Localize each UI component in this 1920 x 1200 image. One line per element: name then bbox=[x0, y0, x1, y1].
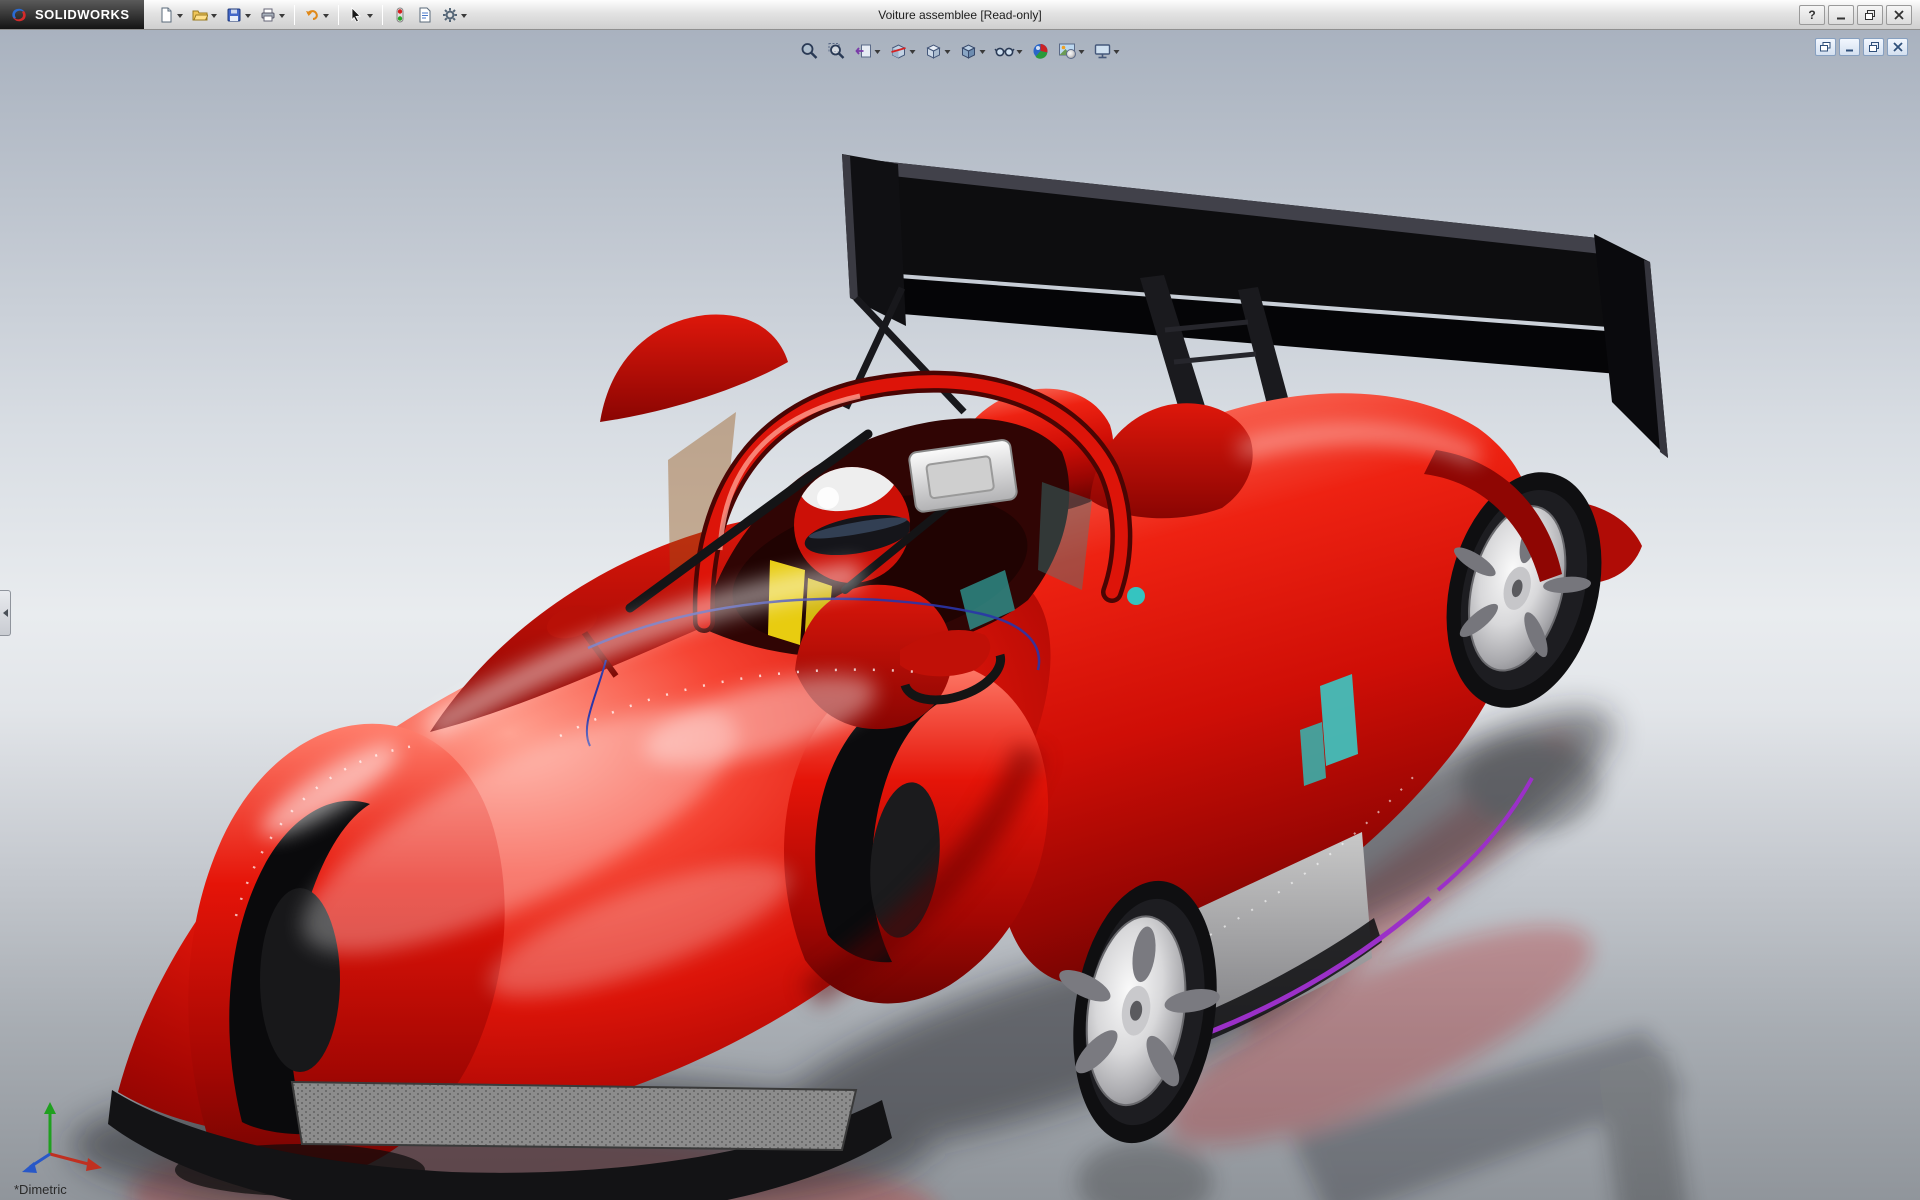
section-view-icon bbox=[890, 42, 908, 60]
file-properties-icon bbox=[417, 7, 433, 23]
minimize-button[interactable] bbox=[1828, 5, 1854, 25]
dropdown-caret[interactable] bbox=[367, 14, 373, 18]
print-icon bbox=[260, 7, 276, 23]
brand-block: SOLIDWORKS bbox=[0, 0, 144, 29]
options-button[interactable] bbox=[438, 3, 471, 27]
radiator-mesh bbox=[292, 1082, 856, 1150]
brand-name: SOLIDWORKS bbox=[35, 7, 130, 22]
document-window-controls bbox=[1815, 38, 1908, 56]
title-bar: SOLIDWORKS bbox=[0, 0, 1920, 30]
apply-scene-button[interactable] bbox=[1056, 40, 1088, 62]
dropdown-caret[interactable] bbox=[323, 14, 329, 18]
dropdown-caret[interactable] bbox=[1114, 50, 1120, 54]
new-document-icon bbox=[158, 7, 174, 23]
y-axis-arrow[interactable] bbox=[44, 1102, 56, 1114]
air-intake bbox=[908, 439, 1017, 513]
close-button[interactable] bbox=[1886, 5, 1912, 25]
select-cursor-icon bbox=[348, 7, 364, 23]
view-orientation-label: *Dimetric bbox=[14, 1182, 67, 1197]
ds-logo-icon bbox=[10, 6, 28, 24]
dropdown-caret[interactable] bbox=[461, 14, 467, 18]
apply-scene-icon bbox=[1059, 42, 1077, 60]
glasses-icon bbox=[995, 42, 1015, 60]
view-settings-button[interactable] bbox=[1091, 40, 1123, 62]
restore-icon bbox=[1865, 10, 1875, 20]
rebuild-button[interactable] bbox=[388, 3, 412, 27]
file-properties-button[interactable] bbox=[413, 3, 437, 27]
zoom-to-fit-button[interactable] bbox=[798, 40, 822, 62]
toolbar-separator bbox=[338, 5, 339, 25]
select-button[interactable] bbox=[344, 3, 377, 27]
doc-restore-button[interactable] bbox=[1863, 38, 1884, 56]
toolbar-separator bbox=[382, 5, 383, 25]
doc-close-button[interactable] bbox=[1887, 38, 1908, 56]
appearance-sphere-icon bbox=[1032, 42, 1050, 60]
window-title: Voiture assemblee [Read-only] bbox=[878, 0, 1041, 30]
open-folder-icon bbox=[192, 7, 208, 23]
rebuild-stoplight-icon bbox=[392, 7, 408, 23]
toolbar-separator bbox=[294, 5, 295, 25]
help-button[interactable]: ? bbox=[1799, 5, 1825, 25]
view-orientation-icon bbox=[925, 42, 943, 60]
heads-up-view-toolbar bbox=[798, 40, 1123, 62]
new-document-button[interactable] bbox=[154, 3, 187, 27]
section-view-button[interactable] bbox=[887, 40, 919, 62]
x-axis-arrow[interactable] bbox=[86, 1158, 102, 1171]
zoom-to-fit-icon bbox=[801, 42, 819, 60]
dropdown-caret[interactable] bbox=[875, 50, 881, 54]
graphics-viewport: *Dimetric bbox=[0, 30, 1920, 1200]
left-rear-fender bbox=[600, 314, 788, 422]
restore-button[interactable] bbox=[1857, 5, 1883, 25]
dropdown-caret[interactable] bbox=[1079, 50, 1085, 54]
chevron-left-icon bbox=[3, 609, 8, 617]
main-toolbar bbox=[144, 0, 471, 29]
dropdown-caret[interactable] bbox=[177, 14, 183, 18]
zoom-to-area-icon bbox=[828, 42, 846, 60]
window-controls: ? bbox=[1799, 5, 1920, 25]
hide-show-items-button[interactable] bbox=[992, 40, 1026, 62]
close-icon bbox=[1893, 42, 1903, 52]
view-orientation-button[interactable] bbox=[922, 40, 954, 62]
dropdown-caret[interactable] bbox=[1017, 50, 1023, 54]
cascade-icon bbox=[1820, 42, 1831, 52]
restore-icon bbox=[1869, 42, 1879, 52]
doc-minimize-button[interactable] bbox=[1839, 38, 1860, 56]
minimize-icon bbox=[1845, 42, 1855, 52]
save-button[interactable] bbox=[222, 3, 255, 27]
minimize-icon bbox=[1836, 10, 1846, 20]
undo-icon bbox=[304, 7, 320, 23]
options-gear-icon bbox=[442, 7, 458, 23]
close-icon bbox=[1894, 10, 1904, 20]
previous-view-icon bbox=[855, 42, 873, 60]
view-settings-icon bbox=[1094, 42, 1112, 60]
save-floppy-icon bbox=[226, 7, 242, 23]
dropdown-caret[interactable] bbox=[245, 14, 251, 18]
dropdown-caret[interactable] bbox=[279, 14, 285, 18]
display-style-icon bbox=[960, 42, 978, 60]
dropdown-caret[interactable] bbox=[945, 50, 951, 54]
cascade-windows-button[interactable] bbox=[1815, 38, 1836, 56]
previous-view-button[interactable] bbox=[852, 40, 884, 62]
dropdown-caret[interactable] bbox=[211, 14, 217, 18]
solidworks-window: SOLIDWORKS bbox=[0, 0, 1920, 1200]
zoom-to-area-button[interactable] bbox=[825, 40, 849, 62]
print-button[interactable] bbox=[256, 3, 289, 27]
feature-manager-expand-tab[interactable] bbox=[0, 590, 11, 636]
display-style-button[interactable] bbox=[957, 40, 989, 62]
dropdown-caret[interactable] bbox=[910, 50, 916, 54]
dropdown-caret[interactable] bbox=[980, 50, 986, 54]
edit-appearance-button[interactable] bbox=[1029, 40, 1053, 62]
undo-button[interactable] bbox=[300, 3, 333, 27]
reference-triad[interactable] bbox=[16, 1094, 116, 1178]
open-button[interactable] bbox=[188, 3, 221, 27]
graphics-area[interactable] bbox=[0, 30, 1920, 1200]
